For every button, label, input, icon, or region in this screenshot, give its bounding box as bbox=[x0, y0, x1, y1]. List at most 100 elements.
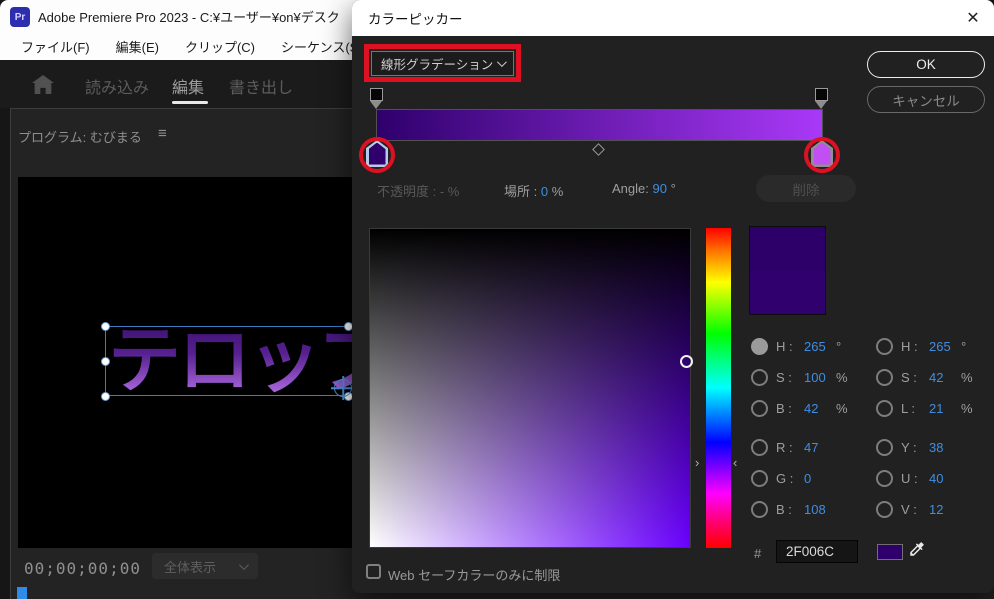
value-number[interactable]: 108 bbox=[804, 502, 836, 517]
angle-control: Angle: 90 ° bbox=[612, 181, 676, 196]
anchor-point-icon[interactable] bbox=[334, 379, 352, 397]
radio-yuv-v[interactable] bbox=[876, 501, 893, 518]
value-number[interactable]: 0 bbox=[804, 471, 836, 486]
radio-hsb-s[interactable] bbox=[751, 369, 768, 386]
value-unit: % bbox=[836, 401, 848, 416]
selection-handle[interactable] bbox=[100, 321, 110, 331]
opacity-stop-right[interactable] bbox=[815, 88, 829, 109]
radio-hsb-h[interactable] bbox=[751, 338, 768, 355]
menu-edit[interactable]: 編集(E) bbox=[103, 37, 172, 56]
hex-input[interactable]: 2F006C bbox=[776, 540, 858, 563]
hue-slider[interactable] bbox=[706, 228, 731, 548]
zoom-level-select[interactable]: 全体表示 bbox=[152, 553, 258, 579]
program-panel-title[interactable]: プログラム: むびまる bbox=[18, 127, 142, 146]
radio-hsl-s[interactable] bbox=[876, 369, 893, 386]
gradient-midpoint-diamond[interactable] bbox=[592, 143, 605, 156]
value-row-b2: B : 108 bbox=[751, 501, 836, 518]
dialog-title: カラーピッカー bbox=[368, 12, 463, 27]
value-row-s: S : 100 % bbox=[751, 369, 848, 386]
opacity-value: - % bbox=[439, 184, 460, 199]
premiere-logo-icon: Pr bbox=[10, 7, 30, 27]
dialog-titlebar: カラーピッカー ✕ bbox=[352, 0, 994, 36]
location-unit: % bbox=[551, 184, 564, 199]
menu-file[interactable]: ファイル(F) bbox=[8, 37, 103, 56]
color-preview-swatch bbox=[749, 226, 826, 315]
cancel-button[interactable]: キャンセル bbox=[867, 86, 985, 113]
value-label: H : bbox=[901, 339, 918, 354]
value-number[interactable]: 265 bbox=[804, 339, 836, 354]
websafe-checkbox[interactable] bbox=[366, 564, 381, 579]
active-tab-underline bbox=[172, 101, 208, 104]
value-unit: ° bbox=[961, 339, 967, 354]
rgb-group: R : 47 G : 0 B : 108 bbox=[751, 439, 836, 518]
opacity-stop-square bbox=[815, 88, 828, 101]
text-selection-box bbox=[105, 326, 360, 396]
saturation-brightness-field[interactable] bbox=[369, 228, 691, 548]
angle-value[interactable]: 90 bbox=[653, 181, 667, 196]
radio-yuv-u[interactable] bbox=[876, 470, 893, 487]
value-label: S : bbox=[901, 370, 917, 385]
value-number[interactable]: 42 bbox=[804, 401, 836, 416]
value-label: S : bbox=[776, 370, 792, 385]
value-row-v: V : 12 bbox=[876, 501, 961, 518]
radio-hsl-h[interactable] bbox=[876, 338, 893, 355]
tab-edit[interactable]: 編集 bbox=[172, 74, 204, 98]
location-value[interactable]: 0 bbox=[541, 184, 548, 199]
radio-hsl-l[interactable] bbox=[876, 400, 893, 417]
hsl-group: H : 265 ° S : 42 % L : 21 % bbox=[876, 338, 973, 417]
timecode[interactable]: 00;00;00;00 bbox=[24, 559, 141, 578]
menu-clip[interactable]: クリップ(C) bbox=[172, 37, 268, 56]
opacity-stop-pointer bbox=[370, 101, 382, 109]
close-icon[interactable]: ✕ bbox=[952, 0, 994, 36]
screenshot-root: Pr Adobe Premiere Pro 2023 - C:¥ユーザー¥on¥… bbox=[0, 0, 994, 599]
annotation-red-rectangle bbox=[364, 44, 521, 82]
tab-import[interactable]: 読み込み bbox=[85, 74, 149, 98]
value-number[interactable]: 265 bbox=[929, 339, 961, 354]
color-picker-dialog: カラーピッカー ✕ 線形グラデーション OK キャンセル 不透明度 : - % bbox=[352, 0, 994, 593]
value-label: L : bbox=[901, 401, 915, 416]
value-number[interactable]: 42 bbox=[929, 370, 961, 385]
value-row-g: G : 0 bbox=[751, 470, 836, 487]
selection-handle[interactable] bbox=[100, 391, 110, 401]
value-unit: % bbox=[836, 370, 848, 385]
eyedropper-icon[interactable] bbox=[908, 540, 926, 558]
radio-rgb-g[interactable] bbox=[751, 470, 768, 487]
hue-slider-arrow-left: › bbox=[695, 455, 700, 470]
gradient-preview-bar[interactable] bbox=[376, 109, 823, 141]
tab-export[interactable]: 書き出し bbox=[229, 74, 293, 98]
opacity-stop-left[interactable] bbox=[370, 88, 384, 109]
ok-button[interactable]: OK bbox=[867, 51, 985, 78]
new-color bbox=[750, 227, 825, 271]
value-unit: % bbox=[961, 370, 973, 385]
value-row-b: B : 42 % bbox=[751, 400, 848, 417]
value-row-l: L : 21 % bbox=[876, 400, 973, 417]
radio-rgb-r[interactable] bbox=[751, 439, 768, 456]
playhead-marker[interactable] bbox=[17, 587, 27, 599]
panel-menu-icon[interactable]: ≡ bbox=[158, 125, 167, 142]
value-number[interactable]: 40 bbox=[929, 471, 961, 486]
value-label: R : bbox=[776, 440, 793, 455]
value-number[interactable]: 47 bbox=[804, 440, 836, 455]
radio-hsb-b[interactable] bbox=[751, 400, 768, 417]
color-field-marker[interactable] bbox=[680, 355, 693, 368]
opacity-stop-pointer bbox=[815, 101, 827, 109]
selection-handle[interactable] bbox=[100, 356, 110, 366]
radio-yuv-y[interactable] bbox=[876, 439, 893, 456]
value-label: V : bbox=[901, 502, 917, 517]
value-number[interactable]: 21 bbox=[929, 401, 961, 416]
websafe-label: Web セーフカラーのみに制限 bbox=[388, 568, 561, 583]
angle-label: Angle: bbox=[612, 181, 649, 196]
value-row-y: Y : 38 bbox=[876, 439, 961, 456]
delete-stop-button[interactable]: 削除 bbox=[756, 175, 856, 202]
annotation-red-circle-left bbox=[359, 137, 395, 173]
value-number[interactable]: 38 bbox=[929, 440, 961, 455]
radio-rgb-b[interactable] bbox=[751, 501, 768, 518]
hsb-group: H : 265 ° S : 100 % B : 42 % bbox=[751, 338, 848, 417]
value-number[interactable]: 100 bbox=[804, 370, 836, 385]
value-number[interactable]: 12 bbox=[929, 502, 961, 517]
opacity-control: 不透明度 : - % bbox=[377, 181, 459, 200]
home-icon[interactable] bbox=[32, 75, 54, 94]
opacity-stop-square bbox=[370, 88, 383, 101]
value-label: B : bbox=[776, 401, 792, 416]
value-row-h: H : 265 ° bbox=[751, 338, 848, 355]
